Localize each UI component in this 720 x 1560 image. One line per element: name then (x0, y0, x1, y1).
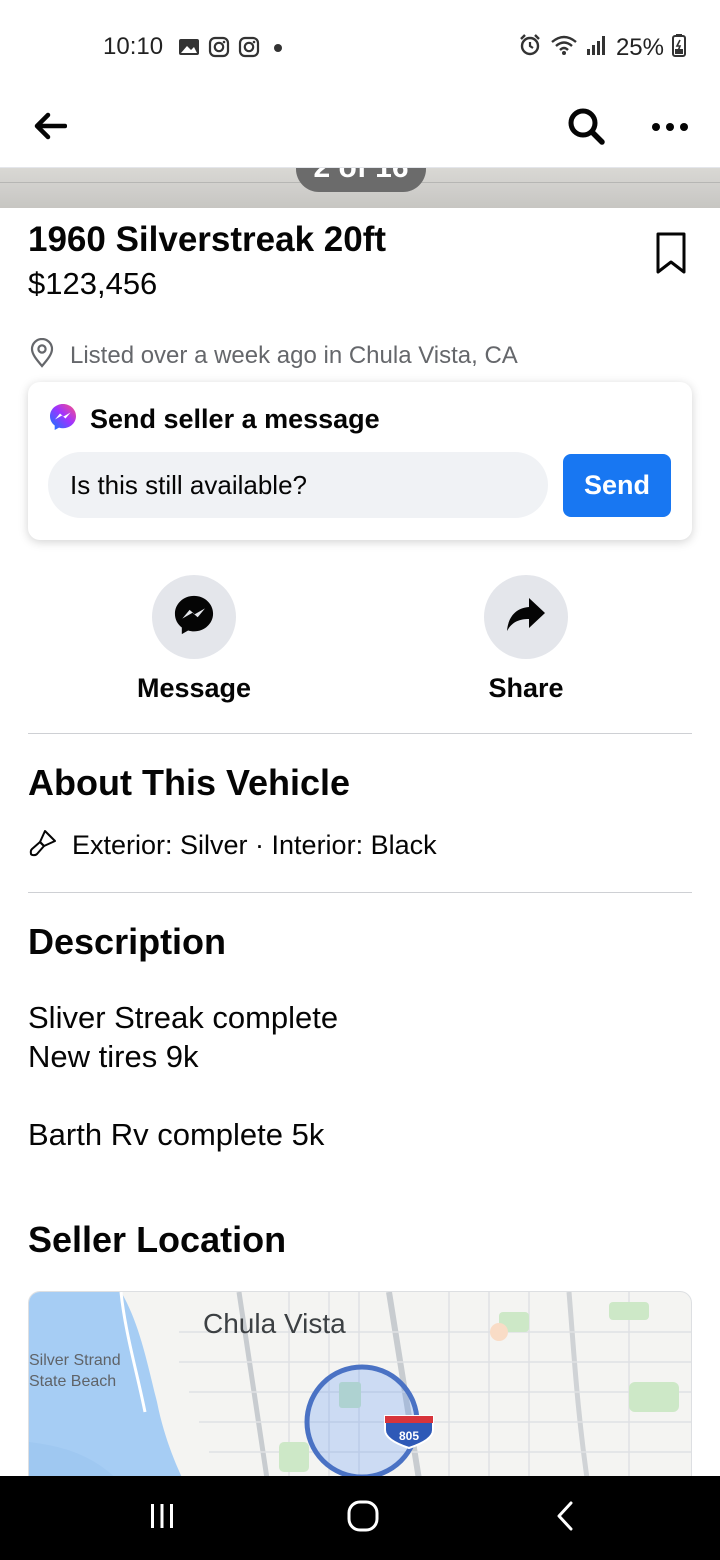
description-heading: Description (28, 921, 227, 962)
description-line: Sliver Streak complete (28, 1000, 339, 1035)
seller-location-heading: Seller Location (28, 1219, 287, 1260)
back-button[interactable] (28, 106, 72, 150)
dot-icon (268, 37, 288, 62)
vehicle-colors-row: Exterior: Silver · Interior: Black (28, 828, 437, 863)
share-action[interactable]: Share (426, 575, 626, 704)
message-action[interactable]: Message (94, 575, 294, 704)
save-listing-button[interactable] (648, 228, 694, 282)
recent-apps-icon (147, 1501, 177, 1536)
search-icon (566, 106, 606, 151)
more-options-button[interactable] (644, 104, 696, 152)
wifi-icon (550, 34, 578, 61)
alarm-icon (518, 33, 542, 62)
gallery-icon (178, 37, 200, 62)
paintbrush-icon (28, 828, 58, 863)
photo-counter: 2 of 16 (296, 168, 426, 192)
share-action-label: Share (488, 673, 564, 703)
map-place-line: Silver Strand (29, 1352, 121, 1369)
send-message-card: Send seller a message Is this still avai… (28, 382, 692, 540)
listing-price: $123,456 (28, 266, 158, 301)
recent-apps-button[interactable] (132, 1496, 192, 1540)
vehicle-colors: Exterior: Silver · Interior: Black (72, 830, 437, 860)
message-action-label: Message (136, 673, 252, 703)
message-input[interactable]: Is this still available? (48, 452, 548, 518)
share-action-button[interactable] (484, 575, 568, 659)
messenger-icon (48, 402, 78, 437)
location-text: Listed over a week ago in Chula Vista, C… (70, 341, 518, 369)
battery-percent: 25% (615, 33, 664, 61)
instagram-icon (238, 36, 260, 63)
more-icon (651, 119, 689, 137)
map-city-label: Chula Vista (203, 1308, 346, 1339)
system-navigation-bar (0, 1476, 720, 1560)
listing-photo[interactable]: 2 of 16 (0, 168, 720, 208)
message-card-header: Send seller a message (48, 402, 380, 437)
share-icon (505, 596, 547, 639)
message-card-title: Send seller a message (90, 404, 380, 434)
search-button[interactable] (562, 104, 610, 152)
seller-location-map[interactable]: 805 Chula Vista Silver Strand State Beac… (28, 1291, 692, 1491)
description-line: Barth Rv complete 5k (28, 1117, 325, 1152)
section-divider (28, 892, 692, 893)
status-time: 10:10 (103, 33, 164, 60)
section-divider (28, 733, 692, 734)
top-app-bar (0, 92, 720, 168)
battery-icon (672, 33, 686, 62)
location-pin-icon (28, 337, 56, 373)
home-button[interactable] (333, 1496, 393, 1540)
back-arrow-icon (33, 112, 68, 145)
bookmark-icon (655, 231, 687, 280)
instagram-icon (208, 36, 230, 63)
map-graphic: 805 (29, 1292, 691, 1490)
listing-location: Listed over a week ago in Chula Vista, C… (28, 337, 518, 373)
chevron-left-icon (554, 1500, 576, 1537)
messenger-icon (172, 593, 216, 642)
about-heading: About This Vehicle (28, 762, 351, 803)
highway-shield-label: 805 (399, 1429, 419, 1443)
system-back-button[interactable] (535, 1496, 595, 1540)
notification-icons (178, 36, 288, 63)
home-icon (346, 1499, 380, 1538)
system-icons: 25% (518, 33, 686, 62)
map-place-label: Silver Strand State Beach (29, 1350, 121, 1392)
map-place-line: State Beach (29, 1373, 117, 1390)
listing-title: 1960 Silverstreak 20ft (28, 220, 387, 259)
description-line: New tires 9k (28, 1039, 199, 1074)
message-action-button[interactable] (152, 575, 236, 659)
send-button[interactable]: Send (563, 454, 671, 517)
signal-icon (586, 34, 608, 61)
status-bar: 10:10 25% (0, 0, 720, 92)
